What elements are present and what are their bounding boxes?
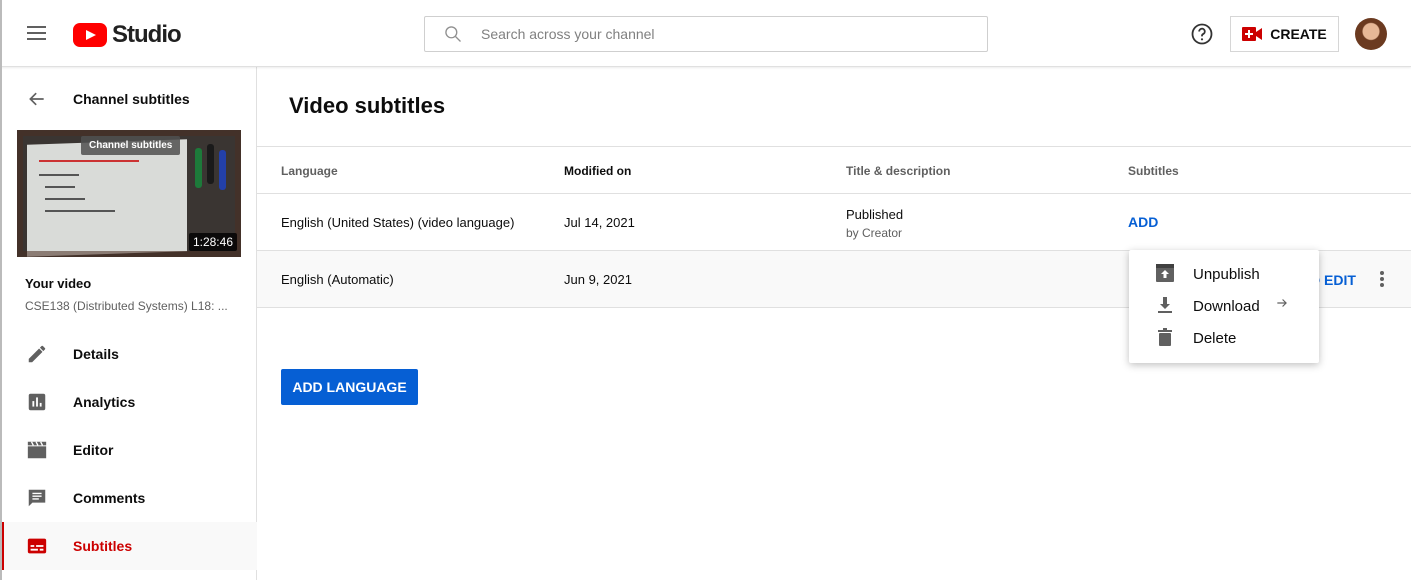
- top-bar: Studio CREATE: [0, 0, 1411, 580]
- sidebar: Channel subtitles Channel subtitles 1:28…: [0, 67, 257, 580]
- menu-item-unpublish[interactable]: Unpublish: [1129, 258, 1319, 290]
- sidebar-nav: Details Analytics Editor Comments Subtit…: [0, 330, 257, 570]
- sidebar-item-label: Editor: [73, 442, 114, 458]
- trash-icon: [1158, 328, 1172, 346]
- help-icon[interactable]: [1190, 22, 1214, 46]
- search-icon: [445, 26, 461, 42]
- video-duration: 1:28:46: [188, 233, 237, 251]
- column-header-modified[interactable]: Modified on: [564, 164, 631, 178]
- menu-item-download[interactable]: Download: [1129, 290, 1319, 322]
- thumbnail-badge: Channel subtitles: [81, 136, 181, 155]
- create-label: CREATE: [1270, 26, 1327, 42]
- youtube-play-icon: [73, 23, 107, 47]
- column-header-language: Language: [281, 164, 338, 178]
- youtube-studio-logo[interactable]: Studio: [73, 21, 182, 49]
- sidebar-item-editor[interactable]: Editor: [0, 426, 257, 474]
- cell-title-author: by Creator: [846, 226, 903, 240]
- menu-item-label: Unpublish: [1193, 265, 1260, 283]
- add-language-button[interactable]: ADD LANGUAGE: [281, 369, 418, 405]
- analytics-icon: [28, 393, 46, 411]
- table-row[interactable]: English (United States) (video language)…: [257, 194, 1411, 251]
- video-title[interactable]: CSE138 (Distributed Systems) L18: ...: [25, 299, 240, 313]
- window-edge: [0, 0, 2, 580]
- app-name: Studio: [112, 21, 182, 48]
- cell-modified: Jun 9, 2021: [564, 272, 632, 287]
- video-thumbnail[interactable]: Channel subtitles 1:28:46: [17, 130, 241, 257]
- sidebar-item-comments[interactable]: Comments: [0, 474, 257, 522]
- sidebar-header: Channel subtitles: [0, 83, 257, 115]
- avatar[interactable]: [1355, 18, 1387, 50]
- search-box[interactable]: [424, 16, 988, 52]
- clapperboard-icon: [27, 441, 47, 459]
- channel-subtitles-title: Channel subtitles: [73, 91, 190, 107]
- table-header: Language Modified on Title & description…: [257, 146, 1411, 194]
- sidebar-item-label: Comments: [73, 490, 146, 506]
- sidebar-item-label: Analytics: [73, 394, 136, 410]
- menu-item-label: Delete: [1193, 329, 1237, 347]
- column-header-title-description: Title & description: [846, 164, 951, 178]
- back-arrow-icon[interactable]: [27, 89, 47, 109]
- menu-item-label: Download: [1193, 297, 1260, 315]
- sidebar-item-label: Subtitles: [73, 538, 133, 554]
- download-icon: [1158, 297, 1172, 313]
- subtitles-icon: [27, 538, 47, 554]
- video-camera-plus-icon: [1242, 27, 1263, 41]
- menu-item-delete[interactable]: Delete: [1129, 322, 1319, 354]
- your-video-label: Your video: [25, 276, 92, 291]
- submenu-arrow-icon: [1277, 299, 1287, 307]
- sidebar-item-analytics[interactable]: Analytics: [0, 378, 257, 426]
- context-menu: Unpublish Download Delete: [1129, 250, 1319, 363]
- pencil-icon: [28, 345, 46, 363]
- cell-title-status: Published: [846, 207, 904, 222]
- hamburger-menu-icon[interactable]: [22, 22, 52, 46]
- column-header-subtitles: Subtitles: [1128, 164, 1179, 178]
- cell-modified: Jul 14, 2021: [564, 215, 635, 230]
- cell-language: English (Automatic): [281, 272, 394, 287]
- sidebar-item-details[interactable]: Details: [0, 330, 257, 378]
- comment-icon: [28, 489, 46, 507]
- sidebar-item-label: Details: [73, 346, 119, 362]
- sidebar-item-subtitles[interactable]: Subtitles: [0, 522, 257, 570]
- search-input[interactable]: [481, 26, 961, 42]
- more-options-icon[interactable]: [1376, 271, 1388, 289]
- create-button[interactable]: CREATE: [1230, 16, 1339, 52]
- unpublish-icon: [1156, 264, 1174, 282]
- add-subtitles-link[interactable]: ADD: [1128, 214, 1158, 230]
- cell-language: English (United States) (video language): [281, 215, 515, 230]
- page-title: Video subtitles: [289, 93, 446, 118]
